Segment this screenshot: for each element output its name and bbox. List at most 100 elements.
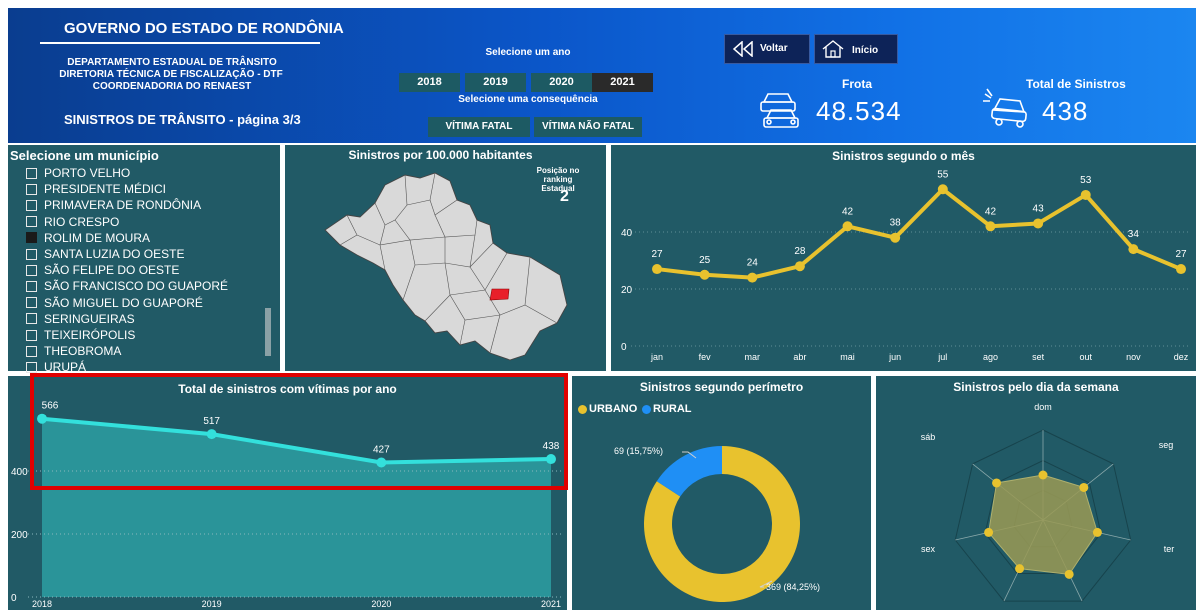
- year-button-2019[interactable]: 2019: [465, 73, 526, 92]
- back-button[interactable]: Voltar: [724, 34, 810, 64]
- municipality-checkbox[interactable]: [26, 280, 37, 292]
- weekday-chart-panel: Sinistros pelo dia da semana domsegterqu…: [876, 376, 1196, 610]
- data-point[interactable]: [699, 269, 710, 280]
- slice-label: 69 (15,75%): [614, 446, 663, 456]
- municipality-item[interactable]: THEOBROMA: [26, 343, 121, 359]
- municipality-checkbox[interactable]: [26, 361, 37, 373]
- x-tick-label: ago: [983, 352, 998, 362]
- municipality-checkbox[interactable]: [26, 313, 37, 325]
- dept-line-2: DIRETORIA TÉCNICA DE FISCALIZAÇÃO - DTF: [59, 69, 283, 80]
- municipality-item[interactable]: SANTA LUZIA DO OESTE: [26, 246, 184, 262]
- x-tick-label: 2020: [371, 599, 391, 609]
- data-point[interactable]: [937, 184, 948, 195]
- x-tick-label: dez: [1174, 352, 1189, 362]
- radar-axis-label: ter: [1164, 544, 1175, 554]
- y-tick-label: 40: [621, 228, 633, 239]
- data-point[interactable]: [1080, 189, 1091, 200]
- consequence-prompt: Selecione uma consequência: [458, 94, 598, 105]
- rewind-icon: [732, 41, 753, 57]
- dept-line-3: COORDENADORIA DO RENAEST: [92, 81, 252, 92]
- data-label: 34: [1128, 229, 1140, 240]
- radar-point[interactable]: [1038, 470, 1048, 480]
- municipality-item[interactable]: PRIMAVERA DE RONDÔNIA: [26, 197, 201, 213]
- data-label: 24: [747, 258, 759, 269]
- data-point[interactable]: [747, 272, 758, 283]
- radar-point[interactable]: [1092, 527, 1102, 537]
- data-point[interactable]: [1128, 244, 1139, 255]
- data-label: 43: [1033, 203, 1045, 214]
- municipality-checkbox[interactable]: [26, 297, 37, 309]
- data-label: 42: [842, 206, 854, 217]
- data-point[interactable]: [1033, 218, 1044, 229]
- municipality-label: SERINGUEIRAS: [44, 311, 135, 326]
- municipality-label: SÃO MIGUEL DO GUAPORÉ: [44, 295, 203, 310]
- municipality-checkbox[interactable]: [26, 329, 37, 341]
- data-point[interactable]: [1176, 264, 1186, 275]
- data-label: 27: [1175, 249, 1187, 260]
- municipality-label: TEIXEIRÓPOLIS: [44, 328, 136, 342]
- municipality-label: THEOBROMA: [44, 344, 122, 359]
- x-tick-label: mar: [745, 352, 761, 362]
- municipality-item[interactable]: SÃO MIGUEL DO GUAPORÉ: [26, 295, 203, 311]
- municipality-item[interactable]: SÃO FELIPE DO OESTE: [26, 262, 179, 278]
- line-series: [656, 187, 1182, 280]
- radar-point[interactable]: [992, 478, 1002, 488]
- dashboard: GOVERNO DO ESTADO DE RONDÔNIA DEPARTAMEN…: [0, 0, 1202, 610]
- municipality-label: RIO CRESPO: [44, 214, 120, 229]
- municipality-item[interactable]: ROLIM DE MOURA: [26, 230, 150, 246]
- municipality-checkbox[interactable]: [26, 199, 37, 211]
- home-button[interactable]: Início: [814, 34, 898, 64]
- municipality-label: PORTO VELHO: [44, 166, 131, 180]
- radar-point[interactable]: [1079, 482, 1089, 492]
- data-label: 28: [794, 246, 806, 257]
- scrollbar-thumb[interactable]: [265, 308, 271, 356]
- municipality-item[interactable]: TEIXEIRÓPOLIS: [26, 327, 135, 343]
- municipality-checkbox[interactable]: [26, 216, 37, 228]
- radar-point[interactable]: [1015, 564, 1025, 574]
- data-label: 55: [937, 169, 949, 180]
- municipality-checkbox[interactable]: [26, 183, 37, 195]
- municipality-item[interactable]: RIO CRESPO: [26, 214, 119, 230]
- y-tick-label: 0: [621, 342, 627, 353]
- municipality-checkbox[interactable]: [26, 167, 37, 179]
- data-point[interactable]: [985, 221, 996, 232]
- municipality-checkbox[interactable]: [26, 264, 37, 276]
- consequence-fatal-button[interactable]: VÍTIMA FATAL: [428, 117, 530, 137]
- municipality-item[interactable]: SERINGUEIRAS: [26, 311, 135, 327]
- y-tick-label: 400: [11, 467, 28, 478]
- cars-icon: [760, 93, 799, 128]
- monthly-chart-panel: Sinistros segundo o mês 0 20 40 27 jan 25 fev 2…: [611, 145, 1196, 371]
- x-tick-label: mai: [840, 352, 855, 362]
- radar-point[interactable]: [1064, 569, 1074, 579]
- data-point[interactable]: [842, 221, 853, 232]
- total-accidents-value: 438: [1042, 96, 1089, 126]
- x-tick-label: 2019: [202, 599, 222, 609]
- municipality-item[interactable]: SÃO FRANCISCO DO GUAPORÉ: [26, 278, 228, 294]
- x-tick-label: fev: [699, 352, 712, 362]
- year-button-2018[interactable]: 2018: [399, 73, 460, 92]
- data-point[interactable]: [652, 264, 662, 275]
- header-banner: GOVERNO DO ESTADO DE RONDÔNIA DEPARTAMEN…: [8, 8, 1196, 143]
- municipality-panel: Selecione um município PORTO VELHO PRESID…: [8, 145, 280, 374]
- selected-municipality-highlight[interactable]: [489, 288, 510, 301]
- year-button-2020[interactable]: 2020: [531, 73, 592, 92]
- radar-axis-label: sáb: [921, 432, 936, 442]
- year-button-2021[interactable]: 2021: [592, 73, 653, 92]
- municipality-checkbox[interactable]: [26, 345, 37, 357]
- municipality-item[interactable]: PRESIDENTE MÉDICI: [26, 181, 166, 197]
- x-tick-label: jan: [650, 352, 663, 362]
- municipality-label: SÃO FRANCISCO DO GUAPORÉ: [44, 279, 229, 294]
- radar-axis-label: sex: [921, 544, 936, 554]
- municipality-checkbox[interactable]: [26, 232, 37, 244]
- org-title-underline: [40, 42, 320, 44]
- radar-point[interactable]: [984, 527, 994, 537]
- data-point[interactable]: [890, 232, 901, 243]
- municipality-item[interactable]: PORTO VELHO: [26, 165, 130, 181]
- data-point[interactable]: [794, 261, 805, 272]
- consequence-nonfatal-button[interactable]: VÍTIMA NÃO FATAL: [534, 117, 642, 137]
- data-label: 53: [1080, 175, 1092, 186]
- x-tick-label: abr: [793, 352, 806, 362]
- highlight-box: [30, 373, 568, 490]
- municipality-checkbox[interactable]: [26, 248, 37, 260]
- slice-label: 369 (84,25%): [766, 582, 820, 592]
